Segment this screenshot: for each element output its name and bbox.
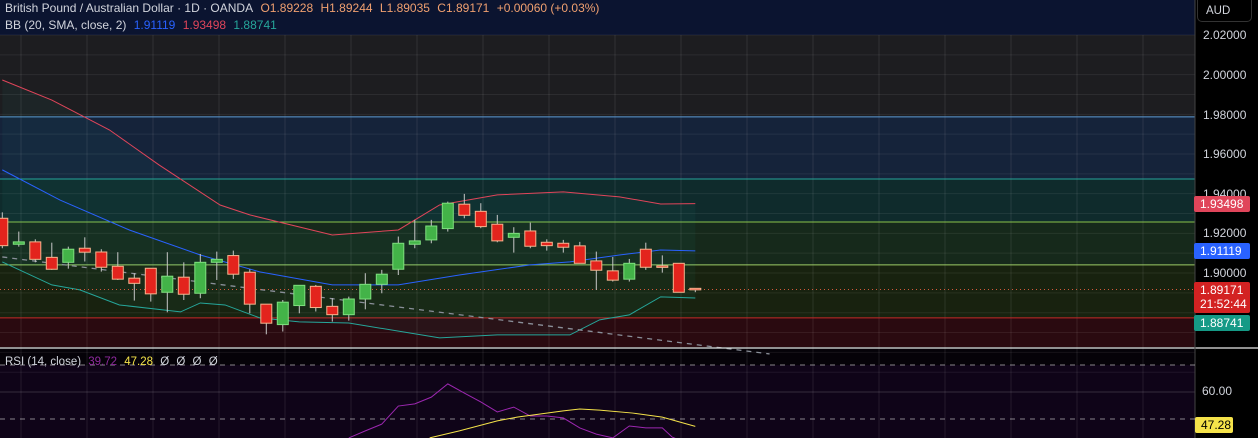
- candle-body: [590, 260, 603, 271]
- candle-body: [474, 210, 487, 228]
- low-value: L1.89035: [379, 1, 430, 15]
- candle-body: [606, 270, 619, 281]
- candle-body: [375, 273, 388, 285]
- rsi-legend: RSI (14, close) 39.72 47.28 Ø Ø Ø Ø: [5, 356, 222, 368]
- symbol-title[interactable]: British Pound / Australian Dollar · 1D ·…: [5, 1, 253, 15]
- candle-body: [425, 225, 438, 241]
- candle-body: [392, 242, 405, 270]
- symbol-legend: British Pound / Australian Dollar · 1D ·…: [5, 1, 603, 15]
- candle-body: [243, 271, 256, 305]
- candle-body: [573, 245, 586, 264]
- candle-body: [689, 287, 702, 291]
- candle-body: [408, 240, 421, 245]
- bar-countdown: 21:52:44: [1200, 297, 1247, 311]
- change-value: +0.00060 (+0.03%): [496, 1, 600, 15]
- high-value: H1.89244: [320, 1, 373, 15]
- candle-body: [309, 285, 322, 309]
- candle-body: [672, 262, 685, 293]
- bb-lower-value: 1.88741: [233, 18, 277, 32]
- candle-body: [507, 232, 520, 238]
- candle-body: [12, 241, 25, 245]
- rsi-extra-4: Ø: [208, 356, 218, 368]
- candle-body: [194, 261, 207, 294]
- candle-body: [342, 298, 355, 316]
- candle-body: [111, 265, 124, 280]
- axis-tick: 2.00000: [1203, 68, 1247, 82]
- bb-basis-tag: 1.91119: [1194, 243, 1250, 259]
- bb-legend: BB (20, SMA, close, 2) 1.91119 1.93498 1…: [5, 18, 281, 32]
- axis-tick: 1.98000: [1203, 108, 1247, 122]
- candle-body: [210, 258, 223, 263]
- bb-upper-value: 1.93498: [182, 18, 227, 32]
- bb-label[interactable]: BB (20, SMA, close, 2): [5, 18, 126, 32]
- candle-body: [276, 301, 289, 326]
- candle-body: [326, 305, 339, 316]
- rsi-extra-1: Ø: [160, 356, 170, 368]
- candle-body: [359, 283, 372, 300]
- zone-fill: [0, 35, 1195, 117]
- candle-body: [656, 265, 669, 268]
- candle-body: [95, 251, 108, 268]
- axis-tick: 1.92000: [1203, 226, 1247, 240]
- zone-fill: [0, 116, 1195, 180]
- axis-tick: 1.96000: [1203, 147, 1247, 161]
- candle-body: [491, 223, 504, 242]
- candle-body: [29, 241, 42, 260]
- candle-body: [293, 284, 306, 307]
- candle-body: [0, 217, 9, 247]
- candle-body: [260, 303, 273, 324]
- bb-basis-value: 1.91119: [133, 18, 176, 32]
- candle-body: [144, 267, 157, 295]
- current-price-tag: 1.89171 21:52:44: [1194, 282, 1250, 313]
- open-value: O1.89228: [260, 1, 314, 15]
- price-axis-background: [1195, 0, 1258, 438]
- rsi-axis-tick: 60.00: [1202, 384, 1233, 398]
- bb-lower-tag: 1.88741: [1194, 315, 1250, 331]
- candle-body: [524, 230, 537, 247]
- candle-body: [227, 255, 240, 275]
- candle-body: [639, 248, 652, 268]
- axis-tick: 2.02000: [1203, 28, 1247, 42]
- candle-body: [458, 203, 471, 216]
- currency-button[interactable]: AUD: [1197, 0, 1252, 22]
- rsi-label[interactable]: RSI (14, close): [5, 356, 81, 368]
- candle-body: [128, 277, 141, 284]
- rsi-extra-2: Ø: [176, 356, 186, 368]
- rsi-extra-3: Ø: [192, 356, 202, 368]
- rsi-ma-value: 47.28: [124, 356, 154, 368]
- rsi-ma-tag: 47.28: [1195, 417, 1233, 433]
- bb-upper-tag: 1.93498: [1194, 196, 1250, 212]
- candle-body: [441, 202, 454, 230]
- candle-body: [45, 256, 58, 270]
- close-value: C1.89171: [437, 1, 490, 15]
- price-chart[interactable]: [0, 0, 1258, 438]
- candle-body: [62, 248, 75, 263]
- current-price: 1.89171: [1200, 283, 1244, 297]
- rsi-value: 39.72: [88, 356, 118, 368]
- candle-body: [161, 275, 174, 293]
- axis-tick: 1.90000: [1203, 266, 1247, 280]
- candle-body: [78, 247, 91, 253]
- candle-body: [623, 262, 636, 280]
- candle-body: [540, 241, 553, 247]
- candle-body: [177, 276, 190, 295]
- candle-body: [557, 242, 570, 248]
